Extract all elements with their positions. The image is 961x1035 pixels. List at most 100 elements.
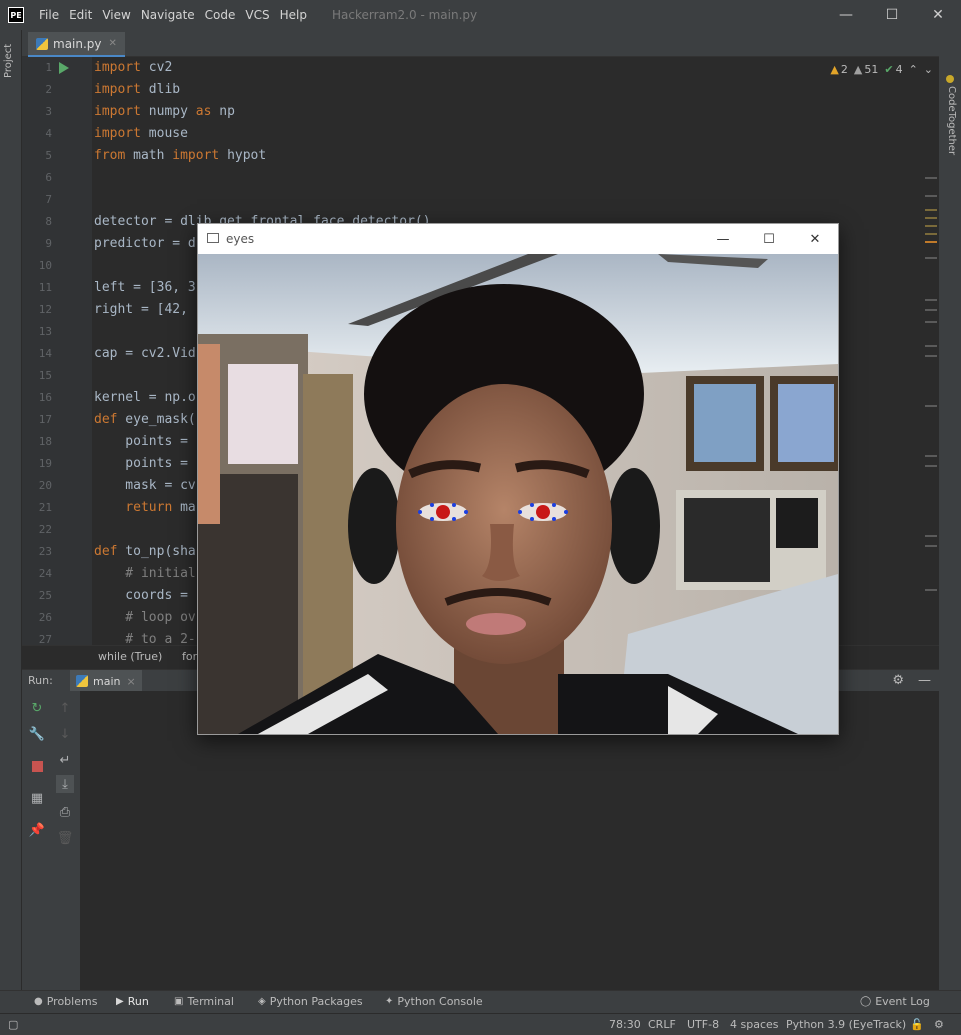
minimize-button[interactable]: — (823, 0, 869, 30)
inspection-widget[interactable]: ▲ 2 ▲ 51 ✔ 4 ⌃ ⌄ (824, 63, 933, 76)
caret-position[interactable]: 78:30 (609, 1018, 641, 1031)
line-number: 2 (45, 83, 52, 96)
camera-window[interactable]: eyes — ☐ ✕ (197, 223, 839, 735)
line-number: 10 (38, 259, 52, 272)
toggle-tool-windows-icon[interactable]: ▢ (8, 1018, 18, 1031)
code-token: hypot (219, 148, 267, 163)
terminal-label: Terminal (187, 995, 234, 1008)
trash-icon[interactable]: 🗑 (56, 829, 74, 847)
stop-icon[interactable] (28, 757, 46, 775)
code-token: # loop ov (94, 610, 196, 625)
close-button[interactable]: ✕ (915, 0, 961, 30)
tab-python-console[interactable]: ✦ Python Console (385, 995, 483, 1008)
tab-terminal[interactable]: ▣ Terminal (174, 995, 234, 1008)
bottom-tool-tabs: ● Problems ▶ Run ▣ Terminal ◈ Python Pac… (0, 990, 961, 1013)
indent-setting[interactable]: 4 spaces (730, 1018, 779, 1031)
code-line[interactable]: 3 import numpy as np (22, 101, 939, 123)
menu-file[interactable]: File (34, 8, 64, 22)
code-line[interactable]: 6 (22, 167, 939, 189)
error-stripe[interactable] (925, 77, 937, 637)
tab-event-log[interactable]: ◯ Event Log (860, 995, 930, 1008)
line-number: 9 (45, 237, 52, 250)
keyword-token: import (94, 104, 141, 119)
line-separator[interactable]: CRLF (648, 1018, 676, 1031)
keyword-token: import (94, 60, 141, 75)
line-number: 8 (45, 215, 52, 228)
settings-icon[interactable]: ⚙ (934, 1018, 944, 1031)
typo-check-icon: ✔ (884, 63, 894, 76)
warning-count: 2 (840, 63, 848, 76)
keyword-token: import (94, 126, 141, 141)
code-token: numpy (140, 104, 196, 119)
code-token: predictor = d (94, 236, 196, 251)
menu-edit[interactable]: Edit (64, 8, 97, 22)
menu-navigate[interactable]: Navigate (136, 8, 200, 22)
tab-python-packages[interactable]: ◈ Python Packages (258, 995, 363, 1008)
lock-icon[interactable]: 🔓 (910, 1018, 924, 1031)
code-text: import dlib (94, 79, 180, 101)
code-line[interactable]: 1 import cv2 (22, 57, 939, 79)
code-text: mask = cv (94, 475, 196, 497)
hide-panel-icon[interactable]: — (918, 673, 931, 688)
print-icon[interactable]: ⎙ (56, 803, 74, 821)
code-line[interactable]: 2 import dlib (22, 79, 939, 101)
camera-maximize-button[interactable]: ☐ (746, 224, 792, 254)
run-tab-main[interactable]: main × (70, 670, 142, 692)
run-tool-actions: ⚙ — (892, 673, 931, 688)
breadcrumb-for[interactable]: for (182, 650, 197, 663)
line-number: 7 (45, 193, 52, 206)
pin-icon[interactable]: 📌 (28, 821, 46, 839)
maximize-button[interactable]: ☐ (869, 0, 915, 30)
code-token: kernel = np.o (94, 390, 196, 405)
rerun-icon[interactable]: ↻ (28, 699, 46, 717)
menu-help[interactable]: Help (275, 8, 312, 22)
python-console-icon: ✦ (385, 996, 394, 1007)
camera-title-bar[interactable]: eyes — ☐ ✕ (198, 224, 838, 254)
terminal-icon: ▣ (174, 996, 184, 1007)
tab-main-py[interactable]: main.py ✕ (28, 32, 125, 57)
code-token: ma (172, 500, 196, 515)
previous-highlight-icon[interactable]: ⌃ (909, 63, 918, 76)
codetogether-tool-button[interactable]: CodeTogether (946, 86, 957, 155)
close-tab-icon[interactable]: ✕ (109, 38, 117, 49)
menu-vcs[interactable]: VCS (240, 8, 274, 22)
breadcrumb-while[interactable]: while (True) (98, 650, 162, 663)
run-console[interactable]: ↻ ↑ 🔧 ↓ ↵ ⤓ ▦ ⎙ 📌 🗑 (22, 691, 939, 990)
menu-code[interactable]: Code (200, 8, 241, 22)
layout-icon[interactable]: ▦ (28, 789, 46, 807)
code-line[interactable]: 7 (22, 189, 939, 211)
code-text: # to a 2- (94, 629, 195, 645)
line-number: 13 (38, 325, 52, 338)
code-text: import cv2 (94, 57, 172, 79)
line-number: 27 (38, 633, 52, 645)
python-run-icon (76, 675, 88, 687)
tab-run[interactable]: ▶ Run (116, 995, 149, 1008)
menu-view[interactable]: View (97, 8, 135, 22)
next-highlight-icon[interactable]: ⌄ (924, 63, 933, 76)
camera-close-button[interactable]: ✕ (792, 224, 838, 254)
scroll-to-end-icon[interactable]: ⤓ (56, 775, 74, 793)
codetogether-icon (946, 75, 954, 83)
camera-minimize-button[interactable]: — (700, 224, 746, 254)
window-title: Hackerram2.0 - main.py (331, 8, 478, 22)
python-interpreter[interactable]: Python 3.9 (EyeTrack) (786, 1018, 906, 1031)
close-run-tab-icon[interactable]: × (126, 675, 135, 688)
wrench-icon[interactable]: 🔧 (28, 725, 46, 743)
file-encoding[interactable]: UTF-8 (687, 1018, 719, 1031)
tab-problems[interactable]: ● Problems (34, 995, 97, 1008)
down-arrow-icon[interactable]: ↓ (56, 725, 74, 743)
run-label: Run: (28, 674, 53, 687)
keyword-token: from (94, 148, 126, 163)
settings-gear-icon[interactable]: ⚙ (892, 673, 904, 688)
up-arrow-icon[interactable]: ↑ (56, 699, 74, 717)
line-number: 11 (38, 281, 52, 294)
code-line[interactable]: 4 import mouse (22, 123, 939, 145)
project-tool-button[interactable]: Project (3, 44, 14, 78)
run-gutter-icon[interactable] (59, 62, 69, 74)
soft-wrap-icon[interactable]: ↵ (56, 751, 74, 769)
code-line[interactable]: 5 from math import hypot (22, 145, 939, 167)
left-tool-strip: Project (0, 30, 22, 990)
code-token: mask = cv (94, 478, 196, 493)
code-token: coords = (94, 588, 196, 603)
